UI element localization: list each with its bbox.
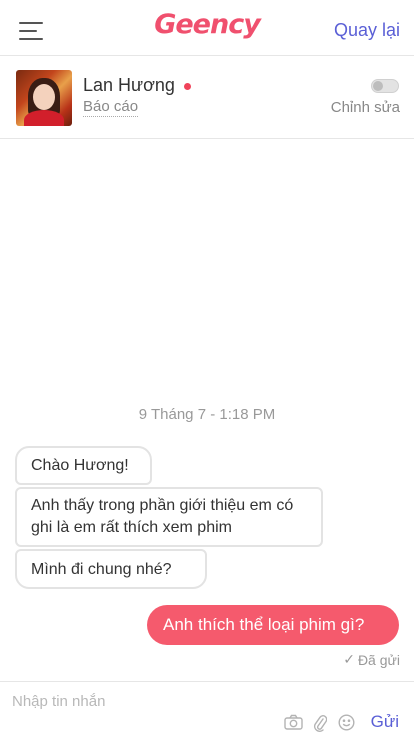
check-icon: ✓ (343, 651, 355, 667)
paperclip-icon[interactable] (313, 714, 328, 737)
edit-link[interactable]: Chỉnh sửa (331, 99, 400, 116)
message-composer: Gửi (0, 681, 414, 736)
avatar-face (33, 84, 55, 110)
partner-name: Lan Hương (83, 75, 175, 95)
chat-partner-header: Lan Hương Báo cáo Chỉnh sửa (0, 56, 414, 139)
send-button[interactable]: Gửi (371, 712, 399, 732)
delivery-status-label: Đã gửi (357, 651, 400, 668)
avatar-dress (24, 110, 64, 126)
emoji-icon[interactable] (338, 714, 355, 736)
delivery-status: ✓ Đã gửi (343, 651, 400, 668)
top-navigation-bar: Geency Quay lại (0, 0, 414, 56)
camera-icon[interactable] (284, 714, 303, 735)
name-row: Lan Hương (83, 75, 191, 96)
received-message: Mình đi chung nhé? (15, 549, 207, 589)
conversation-timestamp: 9 Tháng 7 - 1:18 PM (138, 406, 276, 423)
notification-toggle[interactable] (371, 79, 399, 93)
avatar[interactable] (16, 70, 72, 126)
online-status-dot (183, 83, 191, 90)
report-link[interactable]: Báo cáo (83, 98, 139, 117)
back-link[interactable]: Quay lại (334, 20, 400, 41)
sent-message: Anh thích thể loại phim gì? (147, 605, 399, 645)
received-message: Anh thấy trong phần giới thiệu em có ghi… (15, 487, 323, 547)
toggle-knob (373, 81, 383, 91)
message-input[interactable] (12, 690, 392, 712)
received-message: Chào Hương! (15, 446, 152, 485)
